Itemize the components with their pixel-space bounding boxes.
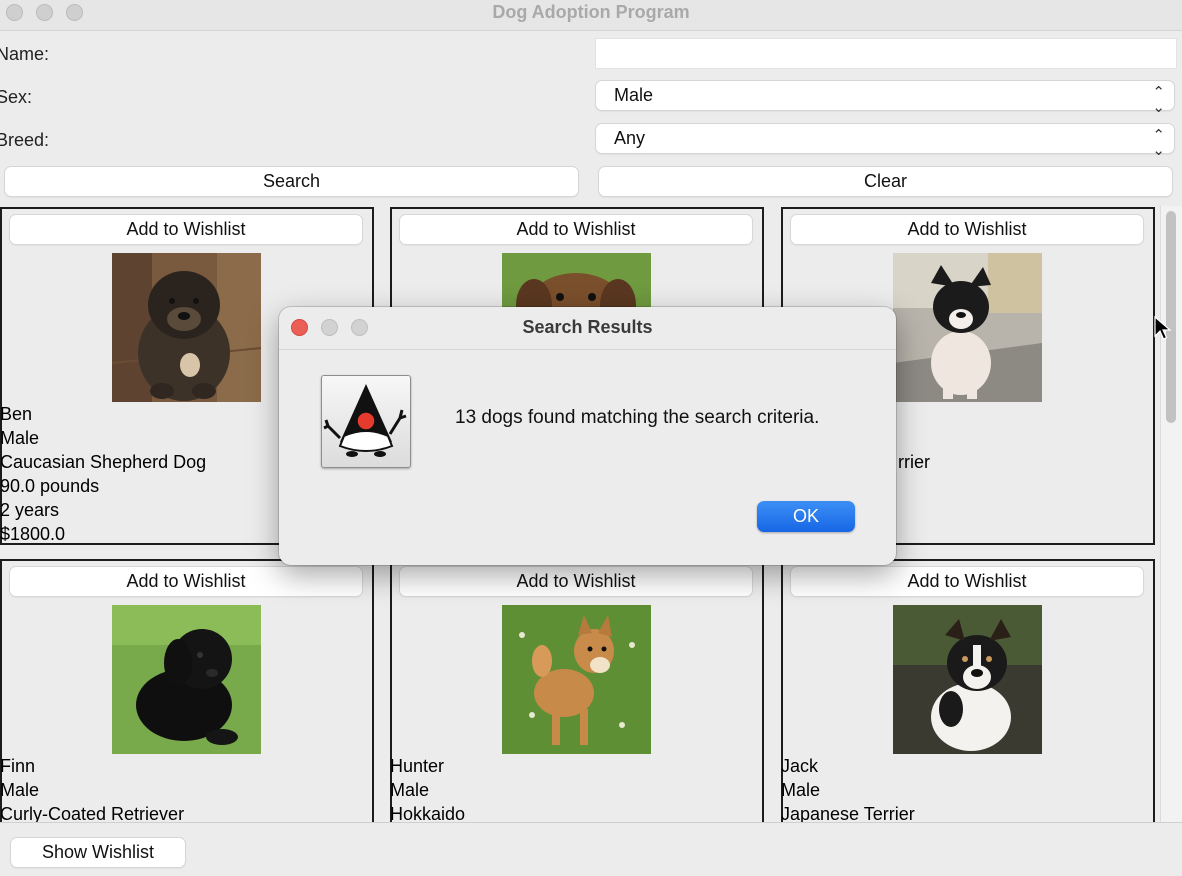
dog-weight: 90.0 pounds [0, 476, 100, 496]
sex-select-value: Male [614, 85, 654, 105]
add-to-wishlist-button[interactable]: Add to Wishlist [791, 567, 1143, 596]
dog-name: Finn [0, 756, 36, 776]
dog-breed-fragment: rrier [898, 452, 930, 472]
dog-price: $1800.0 [0, 524, 66, 544]
dog-name: Ben [0, 404, 33, 424]
add-to-wishlist-button[interactable]: Add to Wishlist [791, 215, 1143, 244]
sex-select[interactable]: Male ⌃ ⌄ [596, 81, 1174, 115]
dog-photo [893, 253, 1042, 402]
add-to-wishlist-button[interactable]: Add to Wishlist [10, 215, 362, 244]
dog-sex: Male [0, 428, 40, 448]
bottom-bar: Show Wishlist [0, 822, 1182, 876]
add-to-wishlist-button[interactable]: Add to Wishlist [400, 215, 752, 244]
dog-photo [112, 253, 261, 402]
dog-age: 2 years [0, 500, 60, 520]
dog-breed: Hokkaido [390, 804, 466, 822]
show-wishlist-button[interactable]: Show Wishlist [11, 838, 185, 867]
clear-button[interactable]: Clear [599, 167, 1172, 196]
dog-photo [893, 605, 1042, 754]
mouse-cursor-icon [1154, 315, 1172, 347]
dog-name: Jack [781, 756, 819, 776]
dog-card: Add to Wishlist Finn Male Curly-Coated R… [0, 559, 374, 822]
dog-sex: Male [390, 780, 430, 800]
results-scrollbar[interactable] [1160, 206, 1182, 822]
select-arrows-icon: ⌃ ⌄ [1152, 127, 1165, 159]
dog-photo [502, 605, 651, 754]
dog-sex: Male [0, 780, 40, 800]
sex-label: Sex: [0, 87, 33, 107]
dog-breed: Curly-Coated Retriever [0, 804, 185, 822]
add-to-wishlist-button[interactable]: Add to Wishlist [10, 567, 362, 596]
window-title: Dog Adoption Program [492, 2, 690, 22]
name-input[interactable] [595, 38, 1177, 69]
dog-sex: Male [781, 780, 821, 800]
dog-breed: Japanese Terrier [781, 804, 915, 822]
dialog-message: 13 dogs found matching the search criter… [455, 407, 820, 428]
select-arrows-icon: ⌃ ⌄ [1152, 84, 1165, 116]
name-label: Name: [0, 44, 50, 64]
dog-card: Add to Wishlist Jack Male Japanese Terri… [781, 559, 1155, 822]
search-results-dialog: Search Results 13 dogs found matching th… [279, 307, 896, 565]
dog-photo [112, 605, 261, 754]
ok-button[interactable]: OK [757, 501, 855, 532]
dialog-titlebar: Search Results [279, 307, 896, 350]
dog-breed: Caucasian Shepherd Dog [0, 452, 207, 472]
search-button[interactable]: Search [5, 167, 578, 196]
dog-card: Add to Wishlist Hunter Male Hokkaido [390, 559, 764, 822]
dialog-title: Search Results [522, 317, 653, 337]
breed-label: Breed: [0, 130, 50, 150]
window-titlebar: Dog Adoption Program [0, 0, 1182, 31]
breed-select[interactable]: Any ⌃ ⌄ [596, 124, 1174, 158]
add-to-wishlist-button[interactable]: Add to Wishlist [400, 567, 752, 596]
breed-select-value: Any [614, 128, 646, 148]
java-duke-icon [321, 375, 411, 468]
dog-name: Hunter [390, 756, 445, 776]
